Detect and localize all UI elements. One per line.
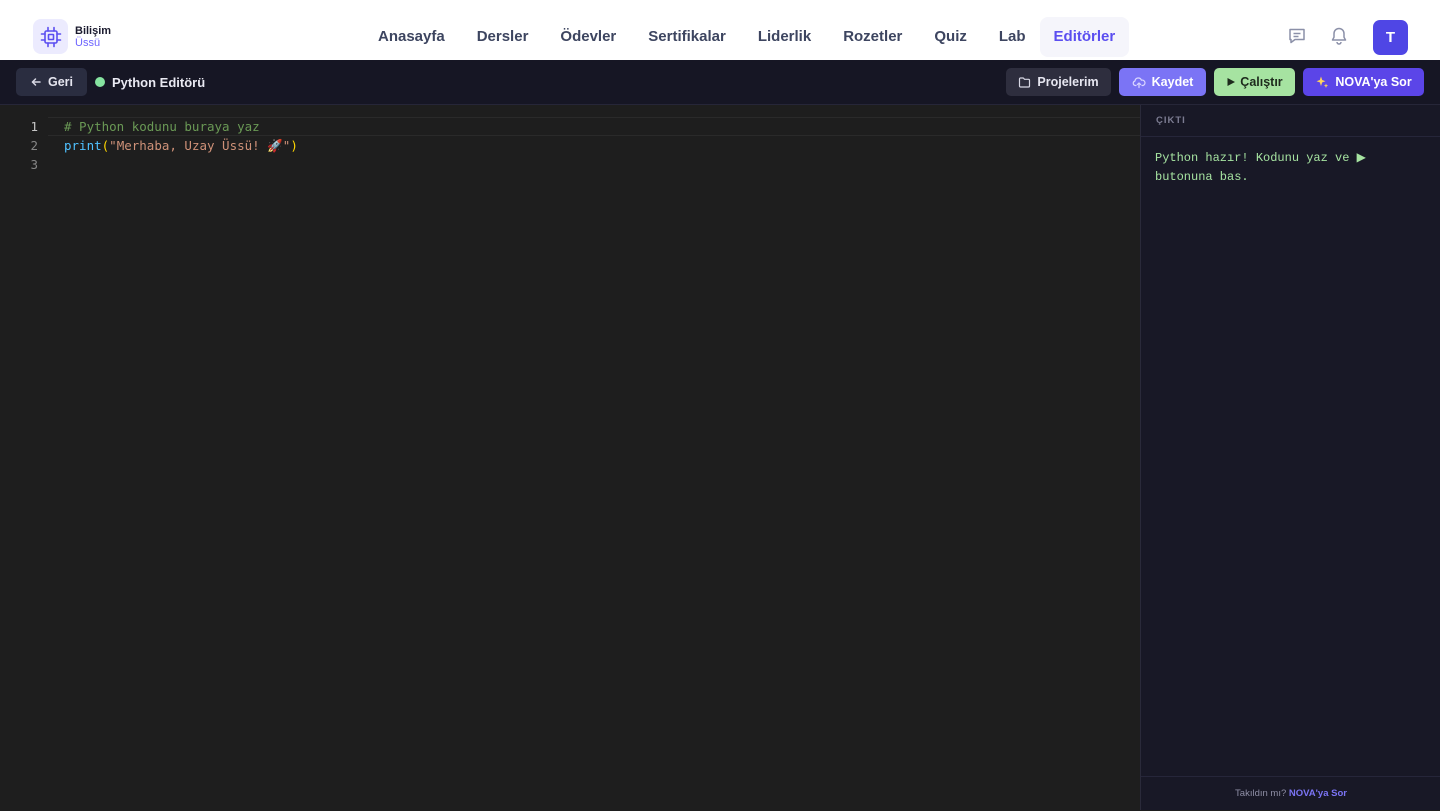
code-line[interactable] <box>64 155 1140 174</box>
line-number: 3 <box>30 157 38 172</box>
nav-item-anasayfa[interactable]: Anasayfa <box>362 17 461 57</box>
nav-item-sertifikalar[interactable]: Sertifikalar <box>632 17 742 57</box>
editor-title: Python Editörü <box>95 73 205 91</box>
editor-title-text: Python Editörü <box>112 74 206 90</box>
brand[interactable]: Bilişim Üssü <box>33 19 111 54</box>
footer-text: Takıldın mı? <box>1235 788 1287 799</box>
play-icon <box>1226 77 1236 87</box>
output-panel: ÇIKTI Python hazır! Kodunu yaz ve ▶ buto… <box>1140 105 1440 810</box>
status-dot <box>95 77 105 87</box>
cloud-upload-icon <box>1132 76 1146 89</box>
run-button[interactable]: Çalıştır <box>1214 68 1295 96</box>
line-number: 2 <box>30 138 38 153</box>
code-editor[interactable]: 1 2 3 # Python kodunu buraya yaz print("… <box>0 105 1140 810</box>
message-icon[interactable] <box>1286 25 1308 47</box>
projects-button-label: Projelerim <box>1037 75 1099 89</box>
avatar[interactable]: T <box>1373 20 1408 55</box>
nav-item-quiz[interactable]: Quiz <box>918 17 983 57</box>
nav-item-odevler[interactable]: Ödevler <box>544 17 632 57</box>
code-paren-close: ) <box>290 138 298 153</box>
top-navbar: Bilişim Üssü Anasayfa Dersler Ödevler Se… <box>0 0 1440 60</box>
save-button-label: Kaydet <box>1151 75 1194 89</box>
code-string: "Merhaba, Uzay Üssü! 🚀" <box>109 138 291 153</box>
nav-item-liderlik[interactable]: Liderlik <box>742 17 827 57</box>
line-number: 1 <box>30 119 38 134</box>
nav-item-dersler[interactable]: Dersler <box>461 17 545 57</box>
output-message: Python hazır! Kodunu yaz ve ▶ butonuna b… <box>1155 151 1366 184</box>
output-footer: Takıldın mı? NOVA'ya Sor <box>1141 776 1440 810</box>
brand-subtitle: Üssü <box>75 36 101 49</box>
nav-item-lab[interactable]: Lab <box>983 17 1042 57</box>
nav-item-editorler[interactable]: Editörler <box>1039 17 1130 57</box>
back-button-label: Geri <box>47 75 73 89</box>
output-console: Python hazır! Kodunu yaz ve ▶ butonuna b… <box>1141 137 1440 199</box>
sparkles-icon <box>1315 75 1329 89</box>
main-nav: Anasayfa Dersler Ödevler Sertifikalar Li… <box>362 17 1130 57</box>
ask-nova-link[interactable]: NOVA'ya Sor <box>1289 788 1347 799</box>
brand-title: Bilişim <box>75 24 112 37</box>
folder-icon <box>1018 76 1031 89</box>
line-number-gutter: 1 2 3 <box>0 117 48 174</box>
run-button-label: Çalıştır <box>1240 75 1283 89</box>
code-content[interactable]: # Python kodunu buraya yaz print("Merhab… <box>64 117 1140 174</box>
brand-text: Bilişim Üssü <box>75 25 111 49</box>
nav-item-rozetler[interactable]: Rozetler <box>827 17 918 57</box>
chip-icon <box>33 19 68 54</box>
editor-toolbar: Geri Python Editörü Projelerim Kaydet Ça… <box>0 60 1440 105</box>
ask-nova-button[interactable]: NOVA'ya Sor <box>1303 68 1424 96</box>
code-comment: # Python kodunu buraya yaz <box>64 119 260 134</box>
projects-button[interactable]: Projelerim <box>1006 68 1111 96</box>
code-line[interactable]: # Python kodunu buraya yaz <box>64 117 1140 136</box>
ask-nova-button-label: NOVA'ya Sor <box>1335 75 1412 89</box>
arrow-left-icon <box>30 76 42 88</box>
code-function: print <box>64 138 102 153</box>
back-button[interactable]: Geri <box>16 68 87 96</box>
code-line[interactable]: print("Merhaba, Uzay Üssü! 🚀") <box>64 136 1140 155</box>
output-header: ÇIKTI <box>1141 105 1440 137</box>
save-button[interactable]: Kaydet <box>1119 68 1206 96</box>
bell-icon[interactable] <box>1328 25 1350 47</box>
